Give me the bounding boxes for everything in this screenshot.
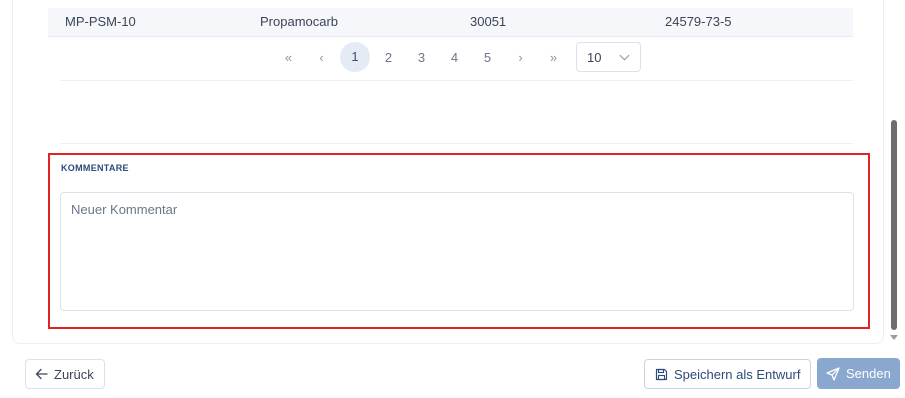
save-draft-button[interactable]: Speichern als Entwurf <box>644 359 811 389</box>
scrollbar[interactable] <box>889 0 899 345</box>
arrow-left-icon <box>35 368 48 380</box>
page-button-3[interactable]: 3 <box>405 50 438 65</box>
divider <box>60 143 853 144</box>
send-button[interactable]: Senden <box>817 358 900 389</box>
page-button-4[interactable]: 4 <box>438 50 471 65</box>
comments-heading: KOMMENTARE <box>61 163 129 173</box>
comment-input[interactable] <box>60 192 854 311</box>
prev-page-button[interactable]: ‹ <box>305 50 338 65</box>
scrollbar-thumb[interactable] <box>891 120 897 330</box>
next-page-button[interactable]: › <box>504 50 537 65</box>
scroll-down-arrow-icon[interactable] <box>890 335 898 340</box>
send-button-label: Senden <box>846 366 891 381</box>
pagination: « ‹ 1 2 3 4 5 › » 10 <box>272 42 641 72</box>
back-button[interactable]: Zurück <box>25 359 105 389</box>
page-button-1[interactable]: 1 <box>340 42 370 72</box>
cell-number: 30051 <box>470 14 507 29</box>
page-button-2[interactable]: 2 <box>372 50 405 65</box>
save-draft-button-label: Speichern als Entwurf <box>674 366 801 382</box>
page-size-select[interactable]: 10 <box>576 42 641 72</box>
back-button-label: Zurück <box>54 366 94 382</box>
cell-cas: 24579-73-5 <box>665 14 732 29</box>
page-button-5[interactable]: 5 <box>471 50 504 65</box>
divider <box>60 80 853 81</box>
paper-plane-icon <box>826 366 840 381</box>
first-page-button[interactable]: « <box>272 50 305 65</box>
page-size-value: 10 <box>587 49 602 65</box>
table-row[interactable]: MP-PSM-10 Propamocarb 30051 24579-73-5 <box>48 8 853 37</box>
cell-name: Propamocarb <box>260 14 339 29</box>
floppy-disk-icon <box>655 368 668 381</box>
chevron-down-icon <box>619 50 630 60</box>
last-page-button[interactable]: » <box>537 50 570 65</box>
cell-code: MP-PSM-10 <box>65 14 136 29</box>
